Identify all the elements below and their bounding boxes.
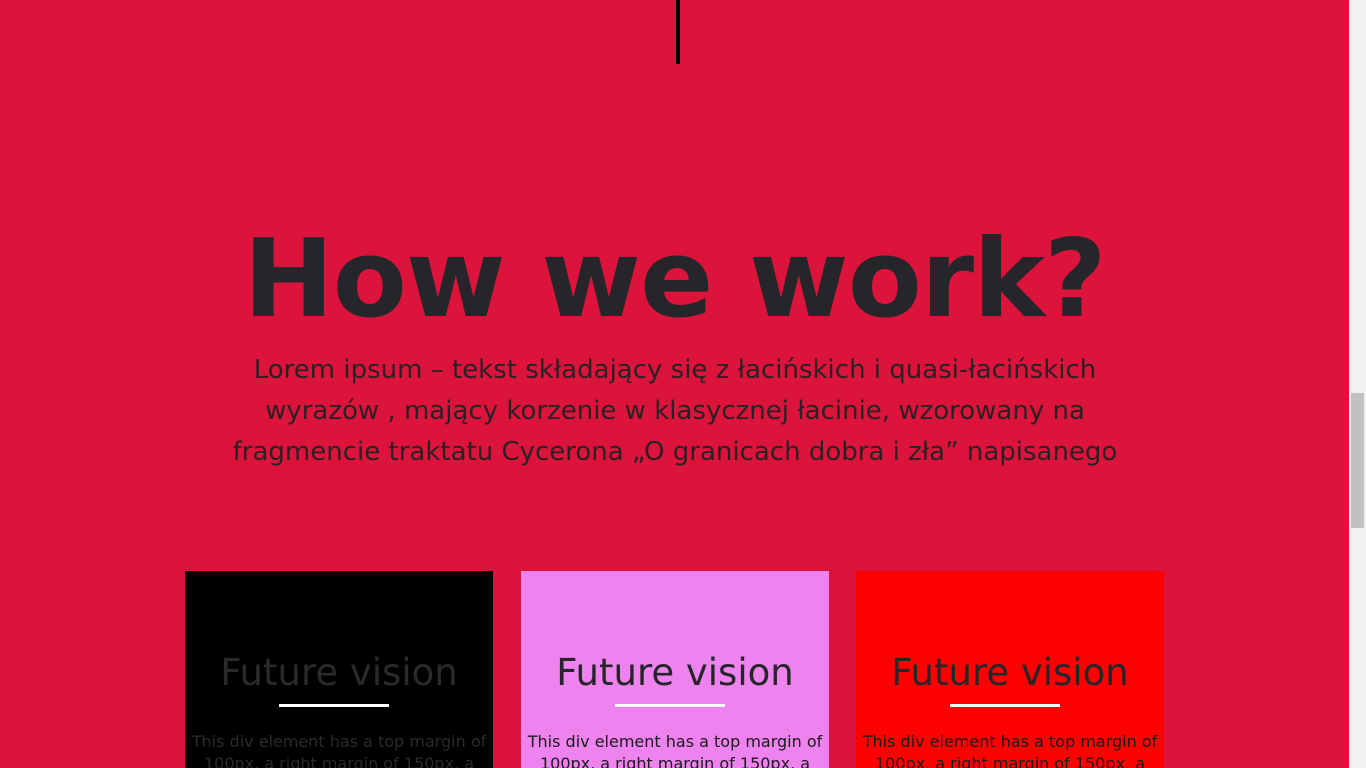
feature-card-underline xyxy=(615,704,725,707)
feature-card-title: Future vision xyxy=(891,651,1129,694)
vertical-divider-line xyxy=(676,0,680,64)
feature-card-text: This div element has a top margin of 100… xyxy=(527,732,823,768)
feature-card-2: Future vision This div element has a top… xyxy=(521,571,829,768)
feature-card-3: Future vision This div element has a top… xyxy=(856,571,1164,768)
feature-card-text: This div element has a top margin of 100… xyxy=(191,732,487,768)
vertical-scrollbar[interactable] xyxy=(1349,0,1366,768)
scrollbar-thumb[interactable] xyxy=(1351,393,1364,528)
section-title: How we work? xyxy=(243,217,1106,342)
feature-card-text: This div element has a top margin of 100… xyxy=(862,732,1158,768)
feature-card-underline xyxy=(279,704,389,707)
feature-card-title: Future vision xyxy=(220,651,458,694)
feature-card-title: Future vision xyxy=(556,651,794,694)
page: How we work? Lorem ipsum – tekst składaj… xyxy=(0,0,1349,768)
section-lead-text: Lorem ipsum – tekst składający się z łac… xyxy=(232,355,1118,467)
feature-card-1: Future vision This div element has a top… xyxy=(185,571,493,768)
feature-card-underline xyxy=(950,704,1060,707)
feature-cards: Future vision This div element has a top… xyxy=(185,571,1164,768)
